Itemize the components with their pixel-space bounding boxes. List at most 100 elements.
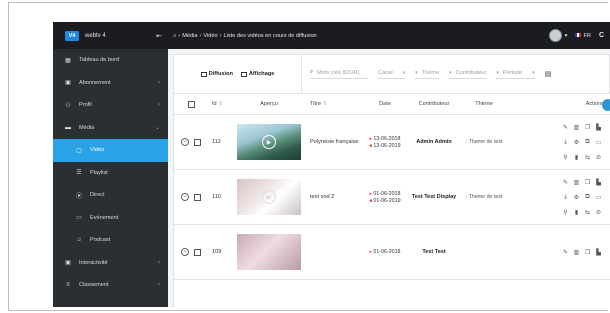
row-title[interactable]: Polynésie française (304, 115, 360, 169)
search-input[interactable]: ⌕ Mots clés ID/URL (310, 69, 368, 79)
subscription-icon: ▣ (65, 80, 71, 87)
user-menu[interactable]: ▾ (548, 29, 567, 42)
refresh-icon[interactable]: C (599, 32, 604, 39)
duplicate-icon[interactable]: ⧉ (585, 139, 589, 146)
delete-icon[interactable]: ▮ (575, 209, 578, 216)
contributeur-select[interactable]: ▾ Contributeur (449, 69, 487, 79)
table-row: − 109 01-06-2018 Test Test ✎ ▥ ❐ ▙ (174, 225, 610, 280)
sidebar-item-video[interactable]: ▢ Vidéo (53, 139, 168, 162)
caret-down-icon: ▾ (532, 69, 535, 76)
breadcrumb-separator: › (219, 32, 222, 39)
row-checkbox[interactable] (194, 138, 201, 146)
sidebar-item-evenement[interactable]: ▭ Evénement (53, 207, 168, 230)
edit-icon[interactable]: ✎ (563, 124, 568, 131)
floating-action-button[interactable] (602, 99, 610, 111)
sidebar-item-profil[interactable]: ⚇ Profil › (53, 94, 168, 117)
video-icon: ▢ (76, 147, 82, 154)
theme-label: Thème (421, 69, 440, 76)
breadcrumb-media[interactable]: Média (182, 33, 197, 39)
diffusion-label: Diffusion (208, 71, 233, 77)
embed-icon[interactable]: ▭ (596, 194, 602, 201)
block-icon[interactable]: ⊘ (596, 154, 601, 161)
link-icon[interactable]: ⚲ (563, 154, 567, 161)
breadcrumb: ⌂ › Média › Vidéo › Liste des vidéos en … (173, 33, 317, 39)
sidebar-item-interactivite[interactable]: ▣ Interactivité › (53, 252, 168, 275)
header-date: Date (379, 101, 391, 107)
app-logo[interactable]: V4 (65, 30, 79, 41)
search-placeholder: Mots clés ID/URL (317, 69, 361, 76)
settings-icon[interactable]: ⚙ (574, 194, 579, 201)
edit-icon[interactable]: ✎ (563, 249, 568, 256)
calendar-icon[interactable]: ▤ (545, 70, 552, 78)
avatar (548, 29, 562, 42)
row-id: 110 (212, 194, 221, 200)
play-icon[interactable]: ▶ (262, 135, 276, 149)
sidebar-item-classement[interactable]: ≡ Classement › (53, 274, 168, 297)
caret-down-icon: ▾ (449, 69, 452, 76)
video-thumbnail[interactable]: ▶ (237, 179, 301, 215)
select-all-checkbox[interactable] (187, 100, 195, 108)
copy-icon[interactable]: ❐ (585, 124, 590, 131)
row-theme: Theme de test (458, 115, 510, 169)
calendar-icon: ▭ (76, 215, 82, 222)
copy-icon[interactable]: ❐ (585, 179, 590, 186)
table-header: Id ⇕ Aperçu Titre ⇕ Date Contributeur Th… (174, 94, 610, 115)
sidebar-item-podcast[interactable]: ♫ Podcast (53, 229, 168, 252)
chevron-down-icon: ⌄ (154, 125, 160, 132)
copy-icon[interactable]: ❐ (585, 249, 590, 256)
sidebar-item-label: Evénement (90, 214, 119, 221)
header-id[interactable]: Id ⇕ (208, 94, 234, 114)
link-icon[interactable]: ⚲ (563, 209, 567, 216)
sidebar-item-dashboard[interactable]: ▦ Tableau de bord (53, 49, 168, 72)
table-row: − 110 ▶ test vod 2 01-06-2018 01-06-2019… (174, 170, 610, 225)
collapse-icon[interactable]: − (181, 248, 189, 256)
share-icon[interactable]: ⇆ (585, 209, 590, 216)
collapse-menu-icon[interactable]: ⇤ (156, 32, 162, 40)
language-selector[interactable]: FR (575, 33, 591, 39)
duplicate-icon[interactable]: ⧉ (585, 194, 589, 201)
settings-icon[interactable]: ⚙ (574, 139, 579, 146)
chart-icon[interactable]: ▙ (596, 179, 601, 186)
video-thumbnail[interactable]: ▶ (237, 124, 301, 160)
home-icon[interactable]: ⌂ (173, 33, 176, 39)
stats-icon[interactable]: ▥ (574, 124, 580, 131)
start-date: 01-06-2018 (369, 191, 400, 197)
play-icon[interactable]: ▶ (262, 190, 276, 204)
periode-select[interactable]: ▾ Période ▾ (496, 69, 535, 79)
block-icon[interactable]: ⊘ (596, 209, 601, 216)
chart-icon[interactable]: ▙ (596, 124, 601, 131)
breadcrumb-video[interactable]: Vidéo (203, 33, 217, 39)
edit-icon[interactable]: ✎ (563, 179, 568, 186)
collapse-icon[interactable]: − (181, 193, 189, 201)
download-icon[interactable]: ⤓ (564, 194, 567, 201)
sidebar-item-direct[interactable]: ⦿ Direct (53, 184, 168, 207)
sidebar-item-media[interactable]: ▬ Média ⌄ (53, 117, 168, 140)
row-checkbox[interactable] (194, 193, 201, 201)
row-actions: ✎ ▥ ❐ ▙ ⤓ ⚙ ⧉ ▭ ⚲ ▮ ⇆ ⊘ (510, 170, 610, 224)
header-titre[interactable]: Titre ⇕ (304, 94, 360, 114)
diffusion-button[interactable]: Diffusion (200, 71, 233, 77)
sidebar-item-abonnement[interactable]: ▣ Abonnement › (53, 72, 168, 95)
view-tabs: Diffusion Affichage (174, 55, 302, 93)
row-theme: Theme de test (458, 170, 510, 224)
affichage-button[interactable]: Affichage (240, 71, 274, 77)
delete-icon[interactable]: ▮ (575, 154, 578, 161)
stats-icon[interactable]: ▥ (574, 249, 580, 256)
sidebar-item-playlist[interactable]: ☰ Playlist (53, 162, 168, 185)
embed-icon[interactable]: ▭ (596, 139, 602, 146)
chevron-right-icon: › (158, 282, 160, 289)
row-checkbox[interactable] (194, 248, 201, 256)
theme-select[interactable]: ▾ Thème (415, 69, 440, 79)
share-icon[interactable]: ⇆ (585, 154, 590, 161)
row-title[interactable] (304, 225, 360, 279)
filters: ⌕ Mots clés ID/URL Canal ▾ ▾ Thème ▾ Cont… (302, 69, 551, 79)
row-title[interactable]: test vod 2 (304, 170, 360, 224)
video-thumbnail[interactable] (237, 234, 301, 270)
chart-icon[interactable]: ▙ (596, 249, 601, 256)
live-icon: ⦿ (75, 193, 82, 200)
canal-select[interactable]: Canal ▾ (378, 70, 406, 79)
collapse-icon[interactable]: − (181, 138, 189, 146)
end-date: 13-06-2019 (369, 143, 400, 149)
download-icon[interactable]: ⤓ (564, 139, 567, 146)
stats-icon[interactable]: ▥ (574, 179, 580, 186)
